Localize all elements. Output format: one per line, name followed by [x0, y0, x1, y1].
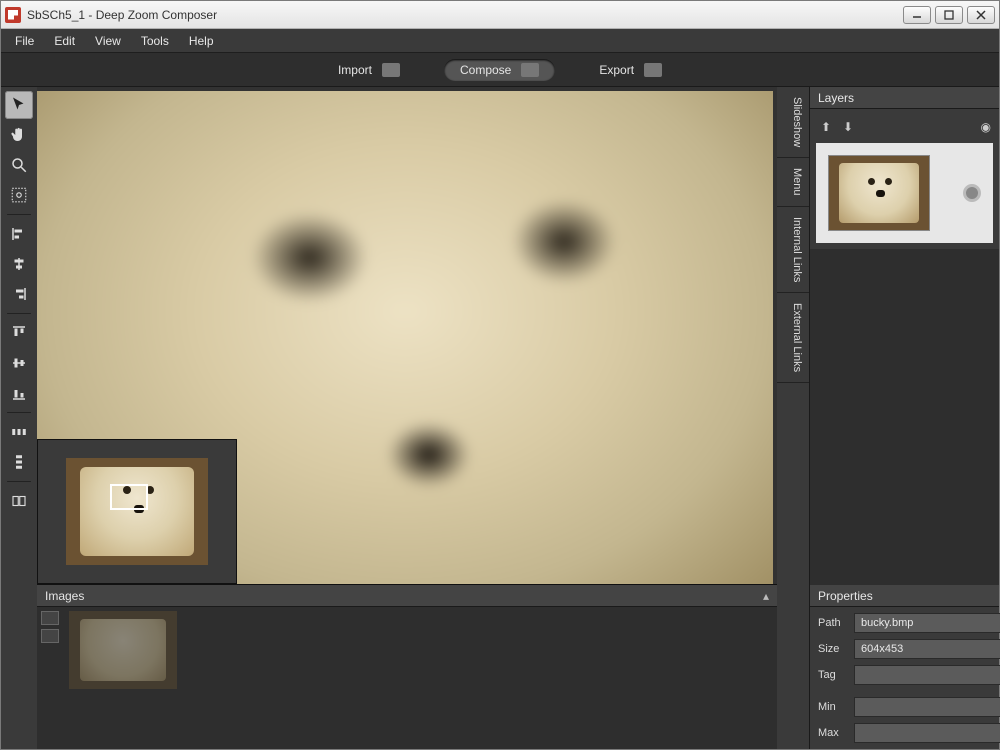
- images-view-grid-icon[interactable]: [41, 611, 59, 625]
- images-panel: Images ▴: [37, 584, 777, 749]
- minimize-button[interactable]: [903, 6, 931, 24]
- prop-tag-label: Tag: [818, 669, 848, 681]
- title-bar: SbSCh5_1 - Deep Zoom Composer: [1, 1, 999, 29]
- match-size-tool[interactable]: [5, 487, 33, 515]
- rail-menu[interactable]: Menu: [777, 158, 809, 207]
- properties-panel-title: Properties: [818, 589, 873, 603]
- prop-min-label: Min: [818, 701, 848, 713]
- canvas[interactable]: [37, 91, 773, 584]
- separator: [7, 214, 31, 215]
- prop-size-label: Size: [818, 643, 848, 655]
- prop-size-input[interactable]: [854, 639, 1000, 659]
- mode-import[interactable]: Import: [322, 59, 416, 81]
- mode-compose[interactable]: Compose: [444, 59, 555, 81]
- prop-tag-input[interactable]: [854, 665, 1000, 685]
- align-bottom-tool[interactable]: [5, 379, 33, 407]
- tool-strip: [1, 87, 37, 749]
- menu-view[interactable]: View: [87, 32, 129, 50]
- import-icon: [382, 63, 400, 77]
- fit-tool[interactable]: [5, 181, 33, 209]
- properties-panel-header: Properties: [810, 585, 999, 607]
- separator: [7, 412, 31, 413]
- layers-panel-header: Layers: [810, 87, 999, 109]
- menu-bar: File Edit View Tools Help: [1, 29, 999, 53]
- layer-item[interactable]: [816, 143, 993, 243]
- close-button[interactable]: [967, 6, 995, 24]
- images-view-list-icon[interactable]: [41, 629, 59, 643]
- layer-down-icon[interactable]: ⬇: [840, 119, 856, 135]
- navigator-thumbnail: [66, 458, 208, 565]
- prop-path-label: Path: [818, 617, 848, 629]
- prop-max-label: Max: [818, 727, 848, 739]
- navigator[interactable]: [37, 439, 237, 584]
- align-top-tool[interactable]: [5, 319, 33, 347]
- rail-internal-links[interactable]: Internal Links: [777, 207, 809, 293]
- menu-help[interactable]: Help: [181, 32, 222, 50]
- right-rail: Slideshow Menu Internal Links External L…: [777, 87, 809, 749]
- layers-panel: ⬆ ⬇ ◉: [810, 109, 999, 249]
- rail-slideshow[interactable]: Slideshow: [777, 87, 809, 158]
- menu-file[interactable]: File: [7, 32, 42, 50]
- layer-handle-icon[interactable]: [963, 184, 981, 202]
- mode-export[interactable]: Export: [583, 59, 678, 81]
- align-right-tool[interactable]: [5, 280, 33, 308]
- hand-tool[interactable]: [5, 121, 33, 149]
- menu-edit[interactable]: Edit: [46, 32, 83, 50]
- images-panel-title: Images: [45, 589, 84, 603]
- navigator-viewport[interactable]: [110, 484, 148, 510]
- maximize-button[interactable]: [935, 6, 963, 24]
- prop-path-input[interactable]: [854, 613, 1000, 633]
- zoom-tool[interactable]: [5, 151, 33, 179]
- export-icon: [644, 63, 662, 77]
- distribute-v-tool[interactable]: [5, 448, 33, 476]
- collapse-icon[interactable]: ▴: [763, 589, 769, 603]
- align-center-h-tool[interactable]: [5, 250, 33, 278]
- mode-import-label: Import: [338, 63, 372, 77]
- pointer-tool[interactable]: [5, 91, 33, 119]
- app-icon: [5, 7, 21, 23]
- distribute-h-tool[interactable]: [5, 418, 33, 446]
- layer-up-icon[interactable]: ⬆: [818, 119, 834, 135]
- prop-min-input[interactable]: [854, 697, 1000, 717]
- separator: [7, 481, 31, 482]
- compose-icon: [521, 63, 539, 77]
- align-center-v-tool[interactable]: [5, 349, 33, 377]
- separator: [7, 313, 31, 314]
- prop-max-input[interactable]: [854, 723, 1000, 743]
- image-thumbnail[interactable]: [69, 611, 177, 689]
- menu-tools[interactable]: Tools: [133, 32, 177, 50]
- visibility-icon[interactable]: ◉: [981, 120, 991, 134]
- mode-export-label: Export: [599, 63, 634, 77]
- mode-bar: Import Compose Export: [1, 53, 999, 87]
- window-title: SbSCh5_1 - Deep Zoom Composer: [27, 8, 217, 22]
- layers-panel-title: Layers: [818, 91, 854, 105]
- properties-panel: Path Size Tag Min: [810, 607, 999, 749]
- align-left-tool[interactable]: [5, 220, 33, 248]
- layer-thumbnail: [828, 155, 930, 231]
- mode-compose-label: Compose: [460, 63, 511, 77]
- rail-external-links[interactable]: External Links: [777, 293, 809, 383]
